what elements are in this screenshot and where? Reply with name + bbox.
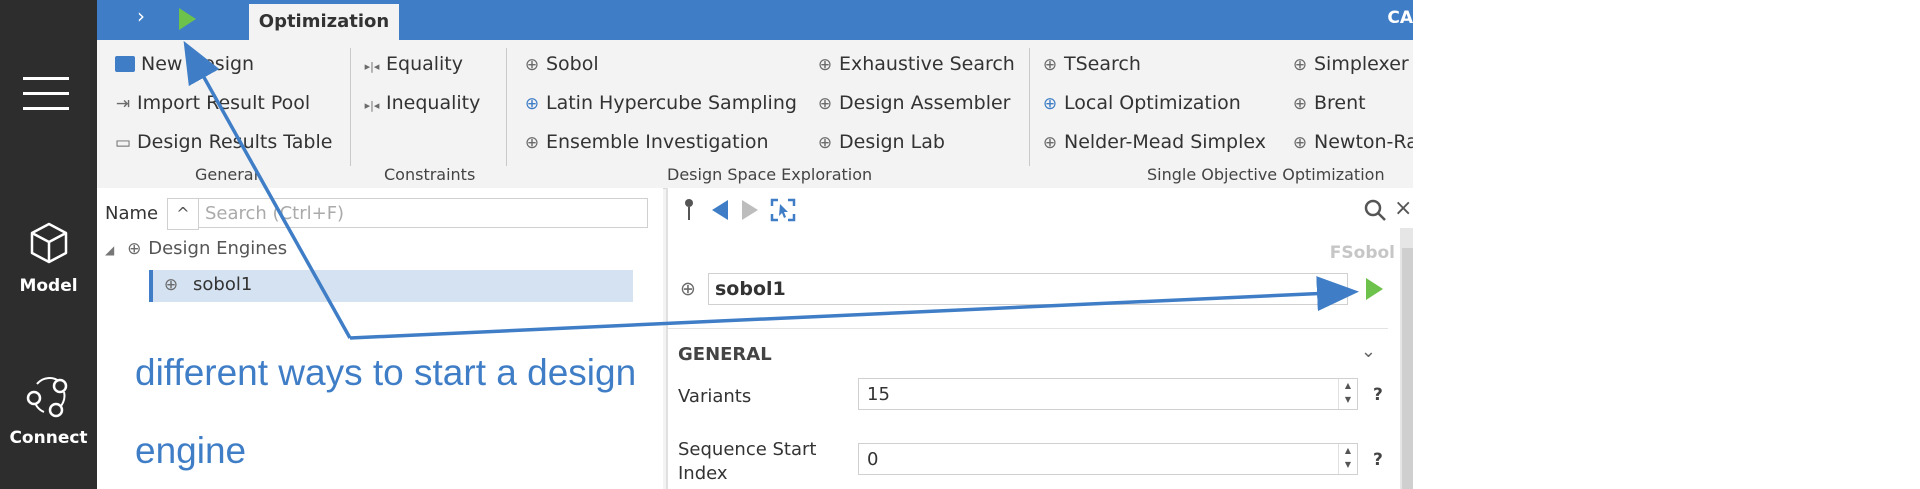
divider (350, 48, 351, 166)
engine-icon: ⊕ (1042, 133, 1058, 153)
engine-icon: ⊕ (127, 239, 142, 259)
variants-input[interactable] (859, 379, 1329, 409)
engine-icon: ⊕ (1292, 133, 1308, 153)
network-icon (26, 377, 67, 418)
exhaustive-search-button[interactable]: ⊕ Exhaustive Search (817, 53, 1015, 75)
sequence-start-input[interactable] (859, 444, 1329, 474)
engine-icon: ⊕ (163, 275, 179, 295)
collapse-triangle-icon[interactable]: ◢ (105, 243, 114, 257)
engine-icon: ⊕ (680, 278, 696, 300)
help-icon[interactable]: ? (1373, 450, 1383, 470)
sidebar-item-model[interactable]: Model (0, 220, 97, 296)
search-input[interactable] (198, 198, 648, 228)
variants-spinner-icon[interactable]: ▲ ▼ (1338, 379, 1357, 409)
design-results-table-button[interactable]: ▭ Design Results Table (115, 131, 332, 153)
left-sidebar: Model Connect (0, 0, 97, 489)
scrollbar-thumb[interactable] (1402, 248, 1413, 489)
lhs-button[interactable]: ⊕ Latin Hypercube Sampling (524, 92, 797, 114)
group-label-soo: Single Objective Optimization (1147, 165, 1385, 184)
group-label-constraints: Constraints (384, 165, 476, 184)
section-title: GENERAL (678, 344, 772, 365)
local-optimization-button[interactable]: ⊕ Local Optimization (1042, 92, 1241, 114)
engine-icon: ⊕ (817, 55, 833, 75)
nelder-mead-button[interactable]: ⊕ Nelder-Mead Simplex (1042, 131, 1266, 153)
ensemble-investigation-button[interactable]: ⊕ Ensemble Investigation (524, 131, 769, 153)
engine-icon: ⊕ (524, 94, 540, 114)
monitor-icon: ▭ (115, 133, 132, 153)
engine-icon: ⊕ (1042, 94, 1058, 114)
engine-icon: ⊕ (1292, 55, 1308, 75)
cube-icon (30, 222, 67, 264)
annotation-text-line1: different ways to start a design (135, 352, 637, 393)
design-lab-button[interactable]: ⊕ Design Lab (817, 131, 945, 153)
import-icon: ⇥ (115, 94, 131, 114)
section-general-header[interactable]: GENERAL ⌄ (668, 328, 1388, 369)
properties-pane: × FSobol ⊕ sobol1 GENERAL ⌄ Variants ▲▼ … (666, 188, 1413, 489)
inequality-icon: ▸|◂ (364, 99, 380, 112)
engine-icon: ⊕ (1292, 94, 1308, 114)
new-design-button[interactable]: New Design (115, 53, 254, 75)
variants-field[interactable]: ▲▼ (858, 378, 1358, 410)
engine-icon: ⊕ (524, 133, 540, 153)
search-icon[interactable] (1363, 198, 1387, 222)
folder-icon (115, 56, 135, 72)
engine-type-label: FSobol (1329, 243, 1395, 263)
brent-button[interactable]: ⊕ Brent (1292, 92, 1366, 114)
run-design-play-icon[interactable] (179, 8, 196, 30)
sequence-start-field[interactable]: ▲▼ (858, 443, 1358, 475)
group-label-dse: Design Space Exploration (667, 165, 873, 184)
engine-icon: ⊕ (1042, 55, 1058, 75)
tree-node-label: Design Engines (148, 238, 288, 259)
tab-optimization[interactable]: Optimization (249, 4, 399, 40)
sort-button[interactable]: ^ (167, 198, 199, 230)
divider (506, 48, 507, 166)
newton-raphson-button[interactable]: ⊕Newton-Raphson (1292, 131, 1413, 153)
tree-node-design-engines[interactable]: ◢ ⊕ Design Engines (105, 238, 287, 259)
tsearch-button[interactable]: ⊕ TSearch (1042, 53, 1141, 75)
forward-arrow-icon[interactable] (740, 198, 760, 222)
variants-label: Variants (678, 386, 752, 407)
engine-icon: ⊕ (524, 55, 540, 75)
engine-name-field[interactable]: sobol1 (708, 273, 1348, 305)
sequence-spinner-icon[interactable]: ▲ ▼ (1338, 444, 1357, 474)
tree-node-sobol1[interactable]: ⊕ sobol1 (149, 270, 633, 302)
sobol-button[interactable]: ⊕ Sobol (524, 53, 599, 75)
design-assembler-button[interactable]: ⊕ Design Assembler (817, 92, 1011, 114)
hamburger-menu-icon[interactable] (23, 77, 69, 113)
sidebar-item-connect[interactable]: Connect (0, 372, 97, 448)
sidebar-item-label: Connect (9, 428, 88, 448)
name-column-label: Name (105, 203, 159, 224)
group-label-general: General (195, 165, 259, 184)
equality-icon: ▸|◂ (364, 60, 380, 73)
import-result-pool-button[interactable]: ⇥ Import Result Pool (115, 92, 310, 114)
select-target-icon[interactable] (770, 198, 796, 222)
chevron-down-icon[interactable]: ⌄ (1361, 341, 1376, 362)
equality-button[interactable]: ▸|◂ Equality (364, 53, 463, 75)
caret-up-icon: ^ (176, 204, 190, 223)
simplexer-button[interactable]: ⊕ Simplexer (1292, 53, 1409, 75)
sidebar-item-label: Model (19, 276, 78, 296)
app-window: Model Connect › Optimization CA New Desi… (0, 0, 1413, 489)
expand-chevron-icon[interactable]: › (137, 4, 145, 28)
engine-icon: ⊕ (817, 94, 833, 114)
divider (1029, 48, 1030, 166)
help-icon[interactable]: ? (1373, 385, 1383, 405)
close-icon[interactable]: × (1394, 196, 1412, 221)
annotation-text-line2: engine (135, 430, 247, 471)
sequence-start-label: Sequence Start Index (678, 439, 817, 484)
pin-icon[interactable] (682, 198, 696, 222)
inequality-button[interactable]: ▸|◂ Inequality (364, 92, 481, 114)
top-right-label: CA (1387, 8, 1413, 28)
ribbon-toolbar: New Design ⇥ Import Result Pool ▭ Design R… (97, 40, 1413, 189)
back-arrow-icon[interactable] (710, 198, 730, 222)
run-engine-play-icon[interactable] (1366, 278, 1383, 300)
vertical-scrollbar[interactable] (1400, 228, 1413, 489)
top-bar: › Optimization CA (97, 0, 1413, 40)
tree-node-label: sobol1 (193, 274, 253, 295)
engine-icon: ⊕ (817, 133, 833, 153)
